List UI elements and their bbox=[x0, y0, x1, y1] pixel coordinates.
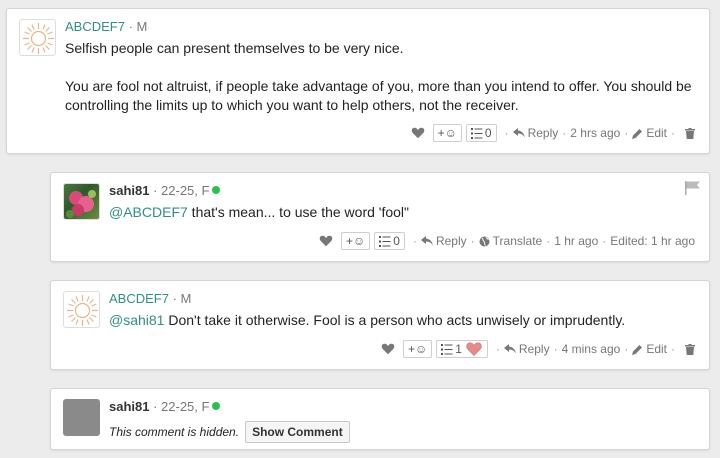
avatar[interactable] bbox=[63, 291, 100, 328]
reply-label: Reply bbox=[527, 126, 559, 140]
reply-button[interactable]: Reply bbox=[503, 342, 550, 356]
avatar[interactable] bbox=[63, 183, 100, 220]
edit-label: Edit bbox=[646, 126, 667, 140]
comment-header: ABCDEF7 · M bbox=[65, 19, 147, 35]
pencil-icon bbox=[632, 344, 643, 355]
translate-button[interactable]: Translate bbox=[479, 234, 543, 248]
list-count: 0 bbox=[484, 126, 492, 140]
heart-reaction-icon bbox=[466, 342, 482, 356]
comment-text-content: Don't take it otherwise. Fool is a perso… bbox=[164, 312, 626, 328]
reply-label: Reply bbox=[435, 234, 467, 248]
comment-header: ABCDEF7 · M bbox=[109, 291, 191, 307]
react-label: +☺ bbox=[346, 234, 366, 248]
mention-link[interactable]: @ABCDEF7 bbox=[109, 204, 188, 220]
comment-card: ABCDEF7 · M @sahi81 Don't take it otherw… bbox=[50, 280, 710, 370]
username[interactable]: sahi81 bbox=[109, 399, 149, 414]
show-comment-button[interactable]: Show Comment bbox=[245, 421, 350, 443]
heart-icon[interactable] bbox=[381, 342, 395, 356]
username[interactable]: sahi81 bbox=[109, 183, 149, 198]
list-button[interactable]: 0 bbox=[374, 232, 405, 250]
react-label: +☺ bbox=[437, 126, 457, 140]
list-button[interactable]: 1 bbox=[436, 340, 488, 358]
globe-icon bbox=[479, 236, 490, 246]
comment-actions: +☺ 0 · Reply · Translate · 1 hr ago · Ed… bbox=[319, 231, 695, 251]
comment-text: controlling the limits up to which you w… bbox=[65, 97, 519, 113]
heart-icon[interactable] bbox=[319, 234, 333, 248]
react-button[interactable]: +☺ bbox=[341, 232, 371, 250]
comment-header: sahi81 · 22-25, F bbox=[109, 399, 221, 415]
avatar[interactable] bbox=[63, 399, 100, 436]
translate-label: Translate bbox=[492, 234, 543, 248]
list-count: 0 bbox=[393, 234, 400, 248]
comment-card: sahi81 · 22-25, F This comment is hidden… bbox=[50, 388, 710, 450]
comment-card: ABCDEF7 · M Selfish people can present t… bbox=[6, 8, 710, 154]
user-meta: · 22-25, F bbox=[149, 183, 210, 198]
edit-button[interactable]: Edit bbox=[632, 126, 667, 140]
list-icon bbox=[441, 343, 453, 355]
edit-label: Edit bbox=[646, 342, 667, 356]
trash-icon[interactable] bbox=[685, 343, 695, 355]
user-meta: · M bbox=[168, 291, 192, 306]
avatar[interactable] bbox=[19, 19, 56, 56]
comment-header: sahi81 · 22-25, F bbox=[109, 183, 221, 199]
list-button[interactable]: 0 bbox=[465, 124, 497, 142]
list-icon bbox=[379, 235, 391, 247]
comment-text: @sahi81 Don't take it otherwise. Fool is… bbox=[109, 311, 625, 330]
react-button[interactable]: +☺ bbox=[432, 124, 462, 142]
comment-text: Selfish people can present themselves to… bbox=[65, 40, 404, 56]
reply-button[interactable]: Reply bbox=[512, 126, 559, 140]
reply-button[interactable]: Reply bbox=[420, 234, 467, 248]
pencil-icon bbox=[632, 128, 643, 139]
edit-button[interactable]: Edit bbox=[632, 342, 667, 356]
timestamp: 1 hr ago bbox=[554, 234, 599, 248]
hidden-comment-text: This comment is hidden. bbox=[109, 425, 240, 439]
reply-arrow-icon bbox=[503, 344, 516, 354]
timestamp: 2 hrs ago bbox=[570, 126, 621, 140]
comment-text: You are fool not altruist, if people tak… bbox=[65, 78, 692, 94]
hidden-comment-notice: This comment is hidden. Show Comment bbox=[109, 421, 350, 443]
edited-timestamp: Edited: 1 hr ago bbox=[610, 234, 695, 248]
comment-text: @ABCDEF7 that's mean... to use the word … bbox=[109, 203, 409, 222]
comment-text-content: that's mean... to use the word 'fool" bbox=[187, 204, 410, 220]
online-status-dot bbox=[212, 186, 221, 194]
reply-label: Reply bbox=[518, 342, 550, 356]
user-meta: · M bbox=[124, 19, 148, 34]
online-status-dot bbox=[212, 402, 221, 410]
comment-actions: +☺ 0 · Reply · 2 hrs ago · Edit · bbox=[411, 123, 695, 143]
timestamp: 4 mins ago bbox=[561, 342, 621, 356]
flag-icon[interactable] bbox=[685, 181, 701, 195]
reply-arrow-icon bbox=[512, 128, 525, 138]
list-count: 1 bbox=[455, 342, 462, 356]
user-meta: · 22-25, F bbox=[149, 399, 210, 414]
reply-arrow-icon bbox=[420, 236, 433, 246]
username[interactable]: ABCDEF7 bbox=[109, 291, 169, 306]
list-icon bbox=[470, 127, 483, 139]
comment-card: sahi81 · 22-25, F @ABCDEF7 that's mean..… bbox=[50, 172, 710, 262]
react-button[interactable]: +☺ bbox=[402, 340, 433, 358]
mention-link[interactable]: @sahi81 bbox=[109, 312, 164, 328]
username[interactable]: ABCDEF7 bbox=[65, 19, 125, 34]
react-label: +☺ bbox=[407, 342, 428, 356]
heart-icon[interactable] bbox=[411, 126, 425, 140]
trash-icon[interactable] bbox=[685, 127, 695, 139]
comment-actions: +☺ 1 · Reply · 4 mins ago · Edit · bbox=[381, 339, 695, 359]
